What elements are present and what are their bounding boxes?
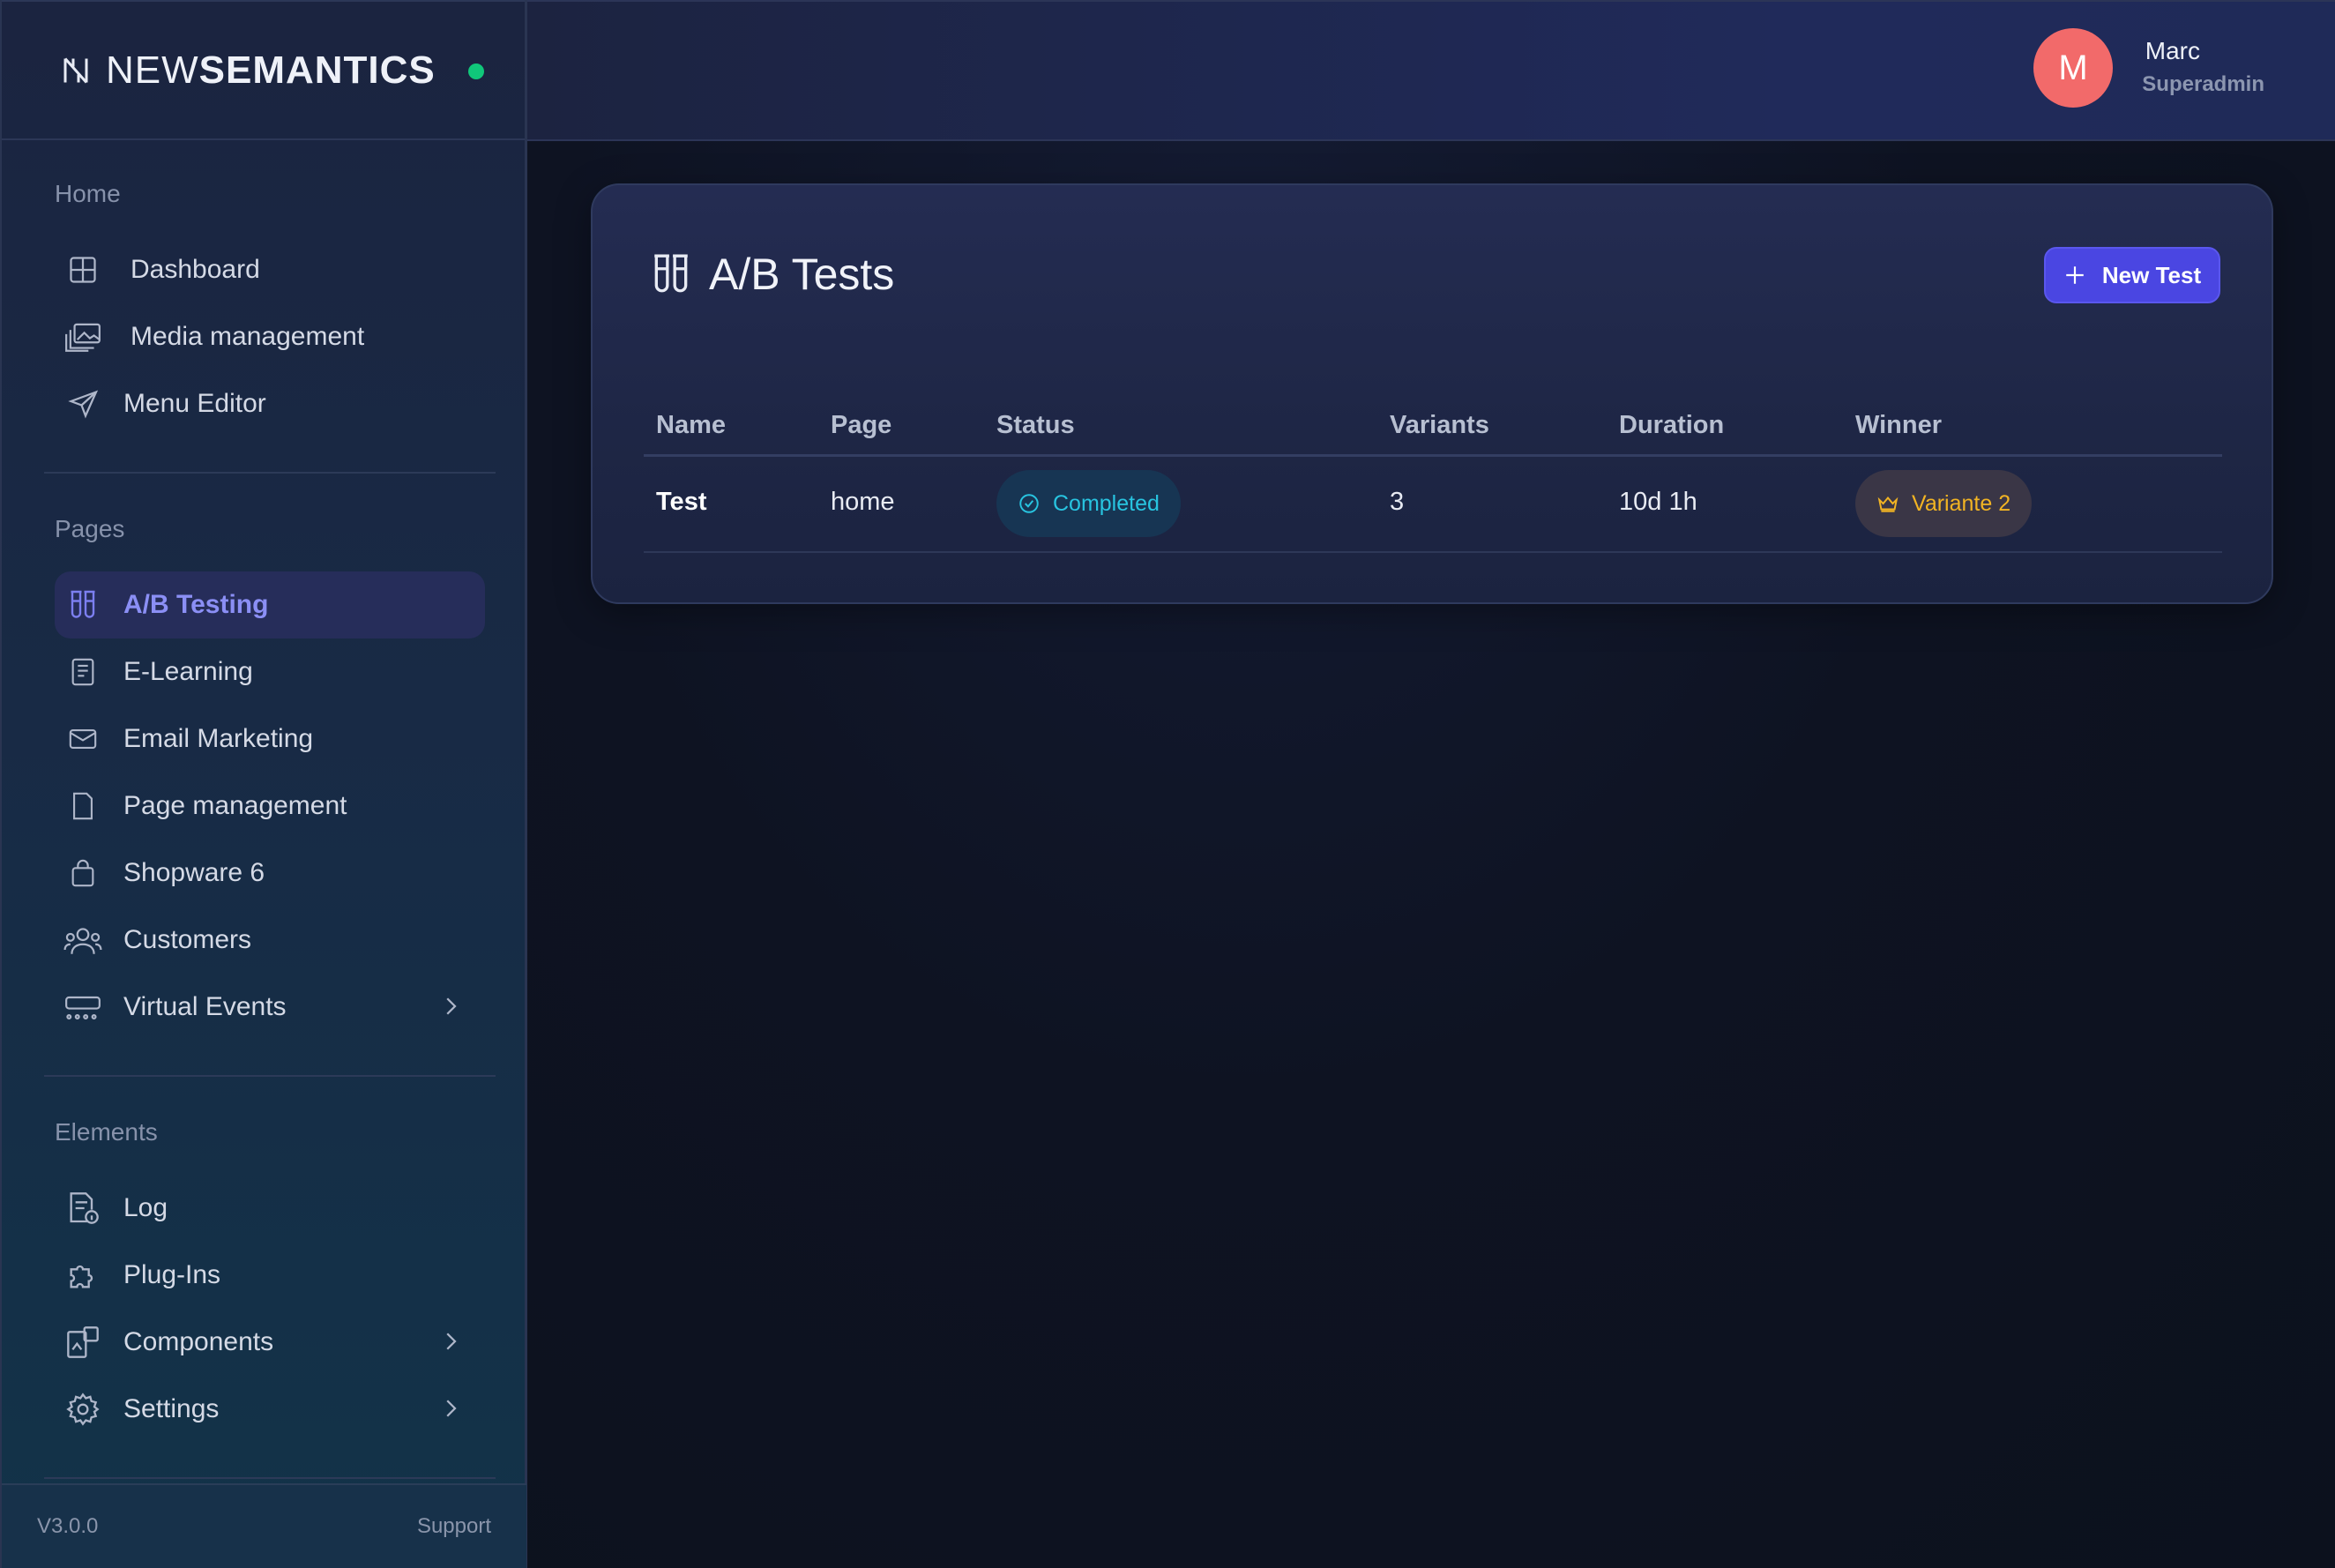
section-title-pages: Pages xyxy=(55,515,125,542)
sidebar-item-label: Dashboard xyxy=(131,255,260,284)
sidebar-item-dashboard[interactable]: Dashboard xyxy=(55,236,485,303)
sidebar-item-shopware-6[interactable]: Shopware 6 xyxy=(55,840,485,907)
sidebar-item-log[interactable]: Log xyxy=(55,1175,485,1242)
sidebar-item-label: Settings xyxy=(123,1394,220,1423)
sidebar-item-label: Email Marketing xyxy=(123,724,314,753)
section-title-elements: Elements xyxy=(55,1118,158,1146)
sidebar-item-label: Plug-Ins xyxy=(123,1260,221,1289)
user-role: Superadmin xyxy=(2142,72,2264,96)
sidebar-item-label: A/B Testing xyxy=(123,590,269,619)
online-status-dot xyxy=(468,63,484,79)
sidebar-item-ab-testing[interactable]: A/B Testing xyxy=(55,571,485,638)
sidebar-item-label: Media management xyxy=(131,322,365,351)
sidebar-item-label: Components xyxy=(123,1327,274,1356)
crown-icon xyxy=(1877,496,1899,512)
sidebar-item-e-learning[interactable]: E-Learning xyxy=(55,638,485,706)
sidebar: NEWSEMANTICS Home Dashboard Media manage… xyxy=(0,0,527,1568)
cell-duration: 10d 1h xyxy=(1619,488,1697,516)
page-title-text: A/B Tests xyxy=(709,250,895,299)
table-row[interactable]: Test home Completed 3 10d 1h Variante 2 xyxy=(644,456,2222,553)
sidebar-divider xyxy=(44,472,496,474)
users-icon xyxy=(63,921,102,959)
sidebar-item-label: Log xyxy=(123,1193,168,1222)
test-tubes-icon xyxy=(63,586,102,624)
test-tubes-icon xyxy=(654,254,688,293)
sidebar-item-virtual-events[interactable]: Virtual Events xyxy=(55,974,485,1041)
check-circle-icon xyxy=(1019,494,1039,513)
plus-icon xyxy=(2066,266,2084,284)
sidebar-item-customers[interactable]: Customers xyxy=(55,907,485,974)
file-icon xyxy=(63,787,102,825)
topbar: M Marc Superadmin xyxy=(527,0,2335,141)
cell-variants: 3 xyxy=(1390,488,1405,516)
sidebar-item-label: Menu Editor xyxy=(123,389,266,418)
column-header-duration[interactable]: Duration xyxy=(1619,411,1724,440)
sidebar-item-email-marketing[interactable]: Email Marketing xyxy=(55,706,485,773)
puzzle-icon xyxy=(63,1256,102,1295)
ab-tests-card: A/B Tests New Test Name Page Status Vari… xyxy=(591,183,2273,604)
chevron-right-icon xyxy=(446,997,457,1015)
components-icon xyxy=(63,1323,102,1362)
sidebar-item-label: Page management xyxy=(123,791,347,820)
column-header-status[interactable]: Status xyxy=(996,411,1075,440)
status-badge-label: Completed xyxy=(1053,490,1160,516)
sidebar-item-label: E-Learning xyxy=(123,657,253,686)
column-header-variants[interactable]: Variants xyxy=(1390,411,1489,440)
column-header-winner[interactable]: Winner xyxy=(1855,411,1942,440)
chevron-right-icon xyxy=(446,1333,457,1350)
images-icon xyxy=(63,317,102,356)
sidebar-item-plug-ins[interactable]: Plug-Ins xyxy=(55,1242,485,1309)
projector-icon xyxy=(63,988,102,1027)
section-title-home: Home xyxy=(55,180,121,207)
column-header-name[interactable]: Name xyxy=(656,411,726,440)
sidebar-item-page-management[interactable]: Page management xyxy=(55,773,485,840)
cell-page: home xyxy=(831,488,895,516)
logo-icon xyxy=(63,57,88,83)
table-header: Name Page Status Variants Duration Winne… xyxy=(644,400,2222,457)
book-icon xyxy=(63,653,102,691)
winner-badge-label: Variante 2 xyxy=(1912,490,2011,516)
user-name[interactable]: Marc xyxy=(2145,37,2200,65)
page-title: A/B Tests xyxy=(649,249,894,300)
gear-icon xyxy=(63,1390,102,1429)
grid-icon xyxy=(63,250,102,289)
sidebar-item-label: Virtual Events xyxy=(123,992,287,1021)
avatar[interactable]: M xyxy=(2033,28,2113,108)
sidebar-divider xyxy=(44,1477,496,1479)
version-label: V3.0.0 xyxy=(37,1514,99,1538)
sidebar-divider xyxy=(44,1075,496,1077)
brand-name: NEWSEMANTICS xyxy=(106,48,436,92)
send-icon xyxy=(63,385,102,423)
sidebar-footer: V3.0.0 Support xyxy=(2,1483,526,1568)
sidebar-item-menu-editor[interactable]: Menu Editor xyxy=(55,370,485,437)
sidebar-item-media-management[interactable]: Media management xyxy=(55,303,485,370)
brand[interactable]: NEWSEMANTICS xyxy=(2,0,525,140)
new-test-label: New Test xyxy=(2101,261,2202,288)
sidebar-item-settings[interactable]: Settings xyxy=(55,1376,485,1443)
mail-icon xyxy=(63,720,102,758)
winner-badge: Variante 2 xyxy=(1855,470,2033,537)
chevron-right-icon xyxy=(446,1400,457,1417)
log-file-icon xyxy=(63,1189,102,1228)
support-link[interactable]: Support xyxy=(417,1514,491,1539)
sidebar-item-label: Customers xyxy=(123,925,252,954)
column-header-page[interactable]: Page xyxy=(831,411,891,440)
new-test-button[interactable]: New Test xyxy=(2044,247,2220,303)
shopping-bag-icon xyxy=(63,854,102,892)
sidebar-item-label: Shopware 6 xyxy=(123,858,265,887)
status-badge: Completed xyxy=(996,470,1181,537)
sidebar-item-components[interactable]: Components xyxy=(55,1309,485,1376)
cell-name[interactable]: Test xyxy=(656,488,706,517)
